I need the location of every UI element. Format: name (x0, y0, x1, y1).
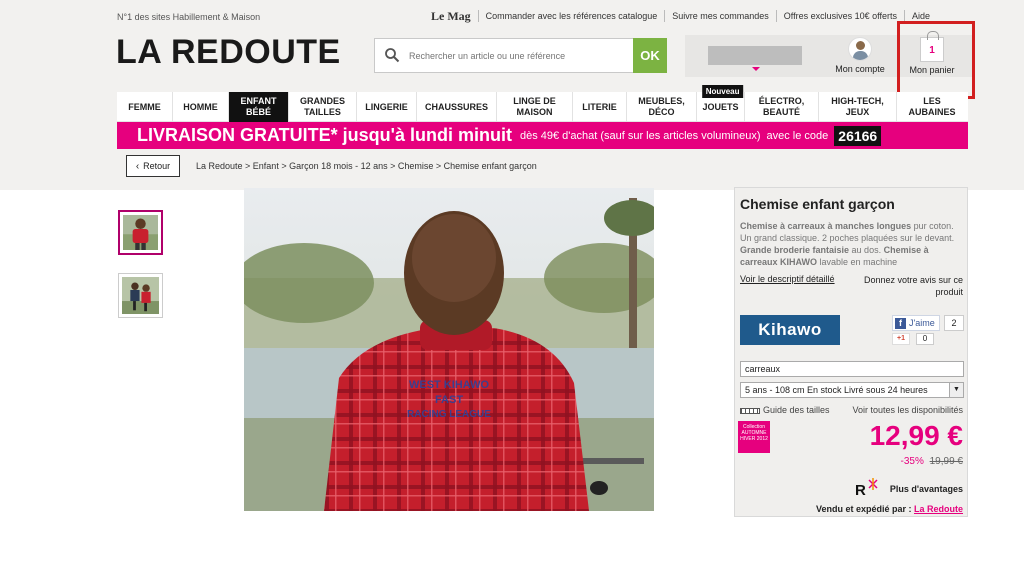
user-avatar-icon (848, 37, 872, 61)
detailed-description-link[interactable]: Voir le descriptif détaillé (740, 274, 835, 284)
tagline: N°1 des sites Habillement & Maison (117, 12, 261, 22)
search-button[interactable]: OK (633, 38, 667, 73)
svg-text:FAST: FAST (435, 394, 463, 406)
nav-grandes-tailles[interactable]: GRANDES TAILLES (289, 92, 357, 122)
review-link[interactable]: Donnez votre avis sur ce produit (851, 274, 963, 298)
facebook-icon: f (895, 317, 906, 329)
size-guide-link[interactable]: Guide des tailles (763, 405, 830, 415)
nav-chaussures[interactable]: CHAUSSURES (417, 92, 497, 122)
collection-badge: Collection AUTOMNE HIVER 2012 (738, 421, 770, 453)
caret-down-icon[interactable] (752, 67, 760, 71)
top-links: Le Mag Commander avec les références cat… (431, 10, 937, 22)
chevron-left-icon: ‹ (135, 160, 140, 172)
nav-les-aubaines[interactable]: LES AUBAINES (897, 92, 967, 122)
new-badge: Nouveau (701, 85, 744, 98)
product-title: Chemise enfant garçon (740, 196, 895, 212)
account-label: Mon compte (835, 64, 885, 74)
sold-by-label: Vendu et expédié par : (815, 504, 912, 514)
search-input[interactable] (409, 46, 629, 66)
availability-link[interactable]: Voir toutes les disponibilités (852, 405, 963, 415)
greeting-placeholder (708, 46, 802, 65)
nav-homme[interactable]: HOMME (173, 92, 229, 122)
thumbnail-1[interactable] (118, 210, 163, 255)
nav-literie[interactable]: LITERIE (573, 92, 627, 122)
more-benefits-link[interactable]: Plus d'avantages (890, 484, 963, 494)
product-main-image[interactable]: WEST KIHAWO FAST RACING LEAGUE (244, 188, 654, 511)
product-description: Chemise à carreaux à manches longues pur… (740, 221, 955, 267)
svg-text:RACING LEAGUE: RACING LEAGUE (407, 409, 491, 420)
nav-lingerie[interactable]: LINGERIE (357, 92, 417, 122)
promo-condition: dès 49€ d'achat (sauf sur les articles v… (519, 129, 761, 142)
color-select[interactable]: carreaux (740, 361, 964, 377)
brand-logo[interactable]: Kihawo (740, 315, 840, 345)
product-price: 12,99 € (869, 420, 963, 451)
nav-enfant-bebe[interactable]: ENFANT BÉBÉ (229, 92, 289, 122)
top-link-commander[interactable]: Commander avec les références catalogue (477, 10, 665, 22)
top-link-suivre[interactable]: Suivre mes commandes (664, 10, 776, 22)
account-button[interactable]: Mon compte (828, 35, 892, 77)
promo-code: 26166 (834, 125, 882, 146)
sold-by: Vendu et expédié par : La Redoute (816, 504, 963, 514)
facebook-like-button[interactable]: f J'aime (892, 315, 940, 331)
discount-percent: -35% (900, 456, 924, 467)
thumbnail-image (122, 277, 159, 314)
top-link-le-mag[interactable]: Le Mag (431, 10, 478, 22)
svg-text:R: R (855, 482, 866, 499)
promo-headline: LIVRAISON GRATUITE* jusqu'à lundi minuit (137, 125, 512, 145)
google-plus-count: 0 (916, 333, 934, 345)
seller-link[interactable]: La Redoute (914, 504, 963, 514)
nav-high-tech-jeux[interactable]: HIGH-TECH, JEUX (819, 92, 897, 122)
product-info-panel: Chemise enfant garçon Chemise à carreaux… (734, 187, 968, 517)
svg-text:WEST KIHAWO: WEST KIHAWO (409, 379, 489, 391)
search-bar: OK (374, 38, 667, 73)
nav-linge-de-maison[interactable]: LINGE DE MAISON (497, 92, 573, 122)
size-value: 5 ans - 108 cm En stock Livré sous 24 he… (745, 385, 928, 395)
ruler-icon (740, 408, 760, 414)
nav-electro-beaute[interactable]: ÉLECTRO, BEAUTÉ (745, 92, 819, 122)
old-price: 19,99 € (929, 456, 963, 467)
thumbnail-2[interactable] (118, 273, 163, 318)
nav-meubles-deco[interactable]: MEUBLES, DÉCO (627, 92, 697, 122)
google-plus-button[interactable]: +1 (892, 333, 910, 345)
size-select[interactable]: 5 ans - 108 cm En stock Livré sous 24 he… (740, 382, 964, 398)
search-icon (385, 48, 400, 63)
like-count: 2 (944, 315, 964, 331)
dropdown-arrow-icon[interactable]: ▼ (949, 383, 963, 397)
back-button[interactable]: ‹ Retour (126, 155, 180, 177)
back-label: Retour (143, 161, 171, 171)
nav-jouets[interactable]: Nouveau JOUETS (697, 85, 745, 122)
discount-info: -35% 19,99 € (900, 456, 963, 467)
main-nav: FEMME HOMME ENFANT BÉBÉ GRANDES TAILLES LI… (117, 85, 968, 122)
like-label: J'aime (909, 318, 935, 328)
promo-banner[interactable]: LIVRAISON GRATUITE* jusqu'à lundi minuit… (117, 122, 968, 149)
site-logo[interactable]: LA REDOUTE (116, 33, 341, 72)
thumbnail-image (123, 215, 158, 250)
r-premium-logo-icon: R (855, 478, 878, 499)
breadcrumb[interactable]: La Redoute > Enfant > Garçon 18 mois - 1… (196, 161, 537, 171)
nav-femme[interactable]: FEMME (117, 92, 173, 122)
cart-highlight-box (897, 21, 975, 99)
promo-with-code: avec le code (766, 129, 829, 142)
top-link-offres[interactable]: Offres exclusives 10€ offerts (775, 10, 904, 22)
